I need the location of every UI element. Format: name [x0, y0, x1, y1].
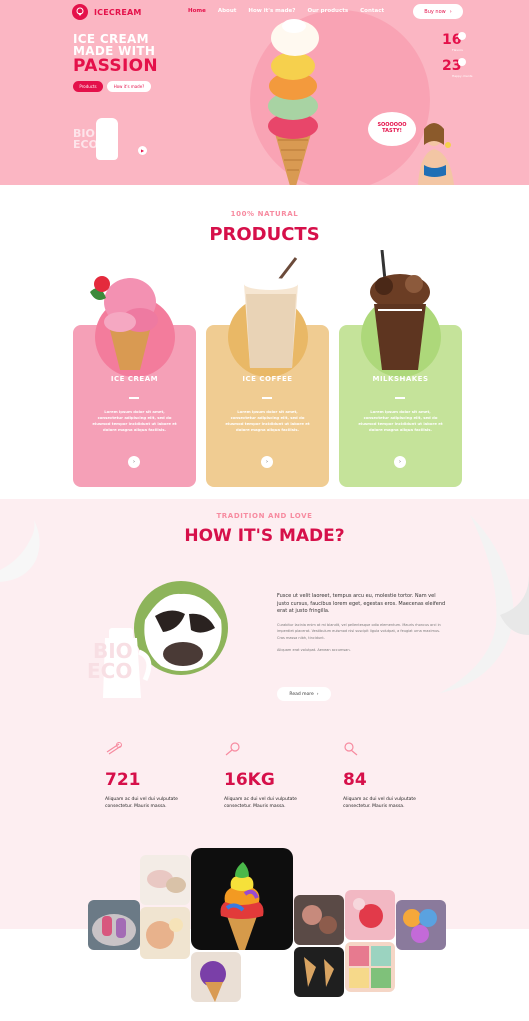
ice-cream-icon: [105, 742, 123, 756]
gallery-tile-purple-cone[interactable]: [191, 952, 241, 1002]
scoop-icon: [224, 742, 242, 756]
stat-description: Aliquam ac dui vel dui vulputate consect…: [343, 797, 416, 809]
gallery-tile-flavor-trays[interactable]: [345, 942, 395, 992]
brand-logo[interactable]: ICECREAM: [72, 4, 142, 20]
nav-how-its-made[interactable]: How it's made?: [248, 8, 295, 14]
buy-now-button[interactable]: Buy now ›: [413, 4, 463, 19]
nav-about[interactable]: About: [218, 8, 237, 14]
nav-contact[interactable]: Contact: [360, 8, 384, 14]
arrow-right-icon: ›: [316, 691, 319, 697]
milk-bottle-image: [96, 118, 118, 160]
play-icon[interactable]: ▶: [138, 146, 147, 155]
card-description: Lorem ipsum dolor sit amet, consectetur …: [358, 409, 443, 432]
brand-name: ICECREAM: [94, 7, 142, 17]
ice-cream-logo-icon: [72, 4, 88, 20]
stat-item-3: 84 Aliquam ac dui vel dui vulputate cons…: [343, 742, 443, 809]
read-more-label: Read more: [289, 691, 314, 697]
stat-clients-label: Happy clients: [452, 74, 473, 78]
stat-flavors-label: Flavors: [452, 48, 463, 52]
how-its-made-button[interactable]: How it's made?: [107, 81, 151, 92]
products-eyebrow: 100% NATURAL: [230, 210, 299, 218]
read-more-button[interactable]: Read more ›: [277, 687, 331, 701]
arrow-right-icon[interactable]: ›: [261, 456, 273, 468]
hero-section: ICECREAM Home About How it's made? Our p…: [0, 0, 529, 185]
stat-value: 721: [105, 770, 141, 790]
milk-splash-right-image: [440, 515, 529, 693]
gallery-tile-chocolate[interactable]: [294, 895, 344, 945]
gallery-tile-cups[interactable]: [140, 855, 190, 905]
products-title: PRODUCTS: [209, 224, 320, 245]
milk-splash-left-image: [0, 520, 40, 582]
how-text-block: Fusce ut velit laoreet, tempus arcu eu, …: [277, 593, 447, 654]
card-divider: [262, 397, 272, 399]
how-lead-text: Fusce ut velit laoreet, tempus arcu eu, …: [277, 593, 446, 614]
bubble-decor: [458, 32, 466, 40]
gallery-tile-cones[interactable]: [294, 947, 344, 997]
card-title: ICE COFFEE: [242, 375, 293, 383]
gallery-tile-rainbow-cone[interactable]: [191, 848, 293, 950]
card-description: Lorem ipsum dolor sit amet, consectetur …: [92, 409, 177, 432]
gallery-tile-popsicles[interactable]: [88, 900, 140, 950]
cow-milk-image: BIO ECO: [75, 580, 240, 710]
main-nav: Home About How it's made? Our products C…: [188, 8, 384, 14]
card-divider: [129, 397, 139, 399]
gallery-tile-colorful-scoops[interactable]: [396, 900, 446, 950]
tasty-bubble: SOOOOOO TASTY!: [368, 112, 416, 146]
gallery-tile-strawberry[interactable]: [345, 890, 395, 940]
hero-title-line3: PASSION: [73, 56, 158, 76]
card-divider: [395, 397, 405, 399]
buy-now-label: Buy now: [424, 8, 446, 15]
cone-icon: [343, 742, 361, 756]
svg-text:ECO: ECO: [87, 659, 132, 683]
card-description: Lorem ipsum dolor sit amet, consectetur …: [225, 409, 310, 432]
arrow-right-icon[interactable]: ›: [128, 456, 140, 468]
nav-home[interactable]: Home: [188, 8, 206, 14]
girl-with-ice-cream-image: [418, 123, 454, 185]
ice-cream-cone-image: [268, 19, 319, 185]
stat-value: 16KG: [224, 770, 275, 790]
gallery-tile-girl-eating[interactable]: [140, 907, 190, 959]
how-paragraph-2: Aliquam erat volutpat. Aenean accumsan.: [277, 648, 351, 652]
hero-title: ICE CREAM MADE WITH PASSION: [73, 33, 158, 75]
stat-item-2: 16KG Aliquam ac dui vel dui vulputate co…: [224, 742, 324, 809]
stat-description: Aliquam ac dui vel dui vulputate consect…: [224, 797, 297, 809]
stat-item-1: 721 Aliquam ac dui vel dui vulputate con…: [105, 742, 205, 809]
ice-cream-cup-image: [90, 276, 158, 370]
stat-description: Aliquam ac dui vel dui vulputate consect…: [105, 797, 178, 809]
stat-value: 84: [343, 770, 367, 790]
how-paragraph-1: Curabitur lacinia enim at mi blandit, ve…: [277, 622, 441, 640]
ice-coffee-glass-image: [244, 257, 298, 368]
card-title: ICE CREAM: [110, 375, 159, 383]
bubble-decor: [458, 58, 466, 66]
arrow-right-icon: ›: [449, 8, 452, 15]
card-title: MILKSHAKES: [372, 375, 429, 383]
page: ICECREAM Home About How it's made? Our p…: [0, 0, 529, 1021]
bio-eco-text: BIO ECO: [73, 127, 98, 151]
products-button[interactable]: Products: [73, 81, 103, 92]
nav-our-products[interactable]: Our products: [307, 8, 348, 14]
milkshake-glass-image: [370, 250, 430, 370]
arrow-right-icon[interactable]: ›: [394, 456, 406, 468]
hero-buttons: Products How it's made?: [73, 81, 151, 92]
